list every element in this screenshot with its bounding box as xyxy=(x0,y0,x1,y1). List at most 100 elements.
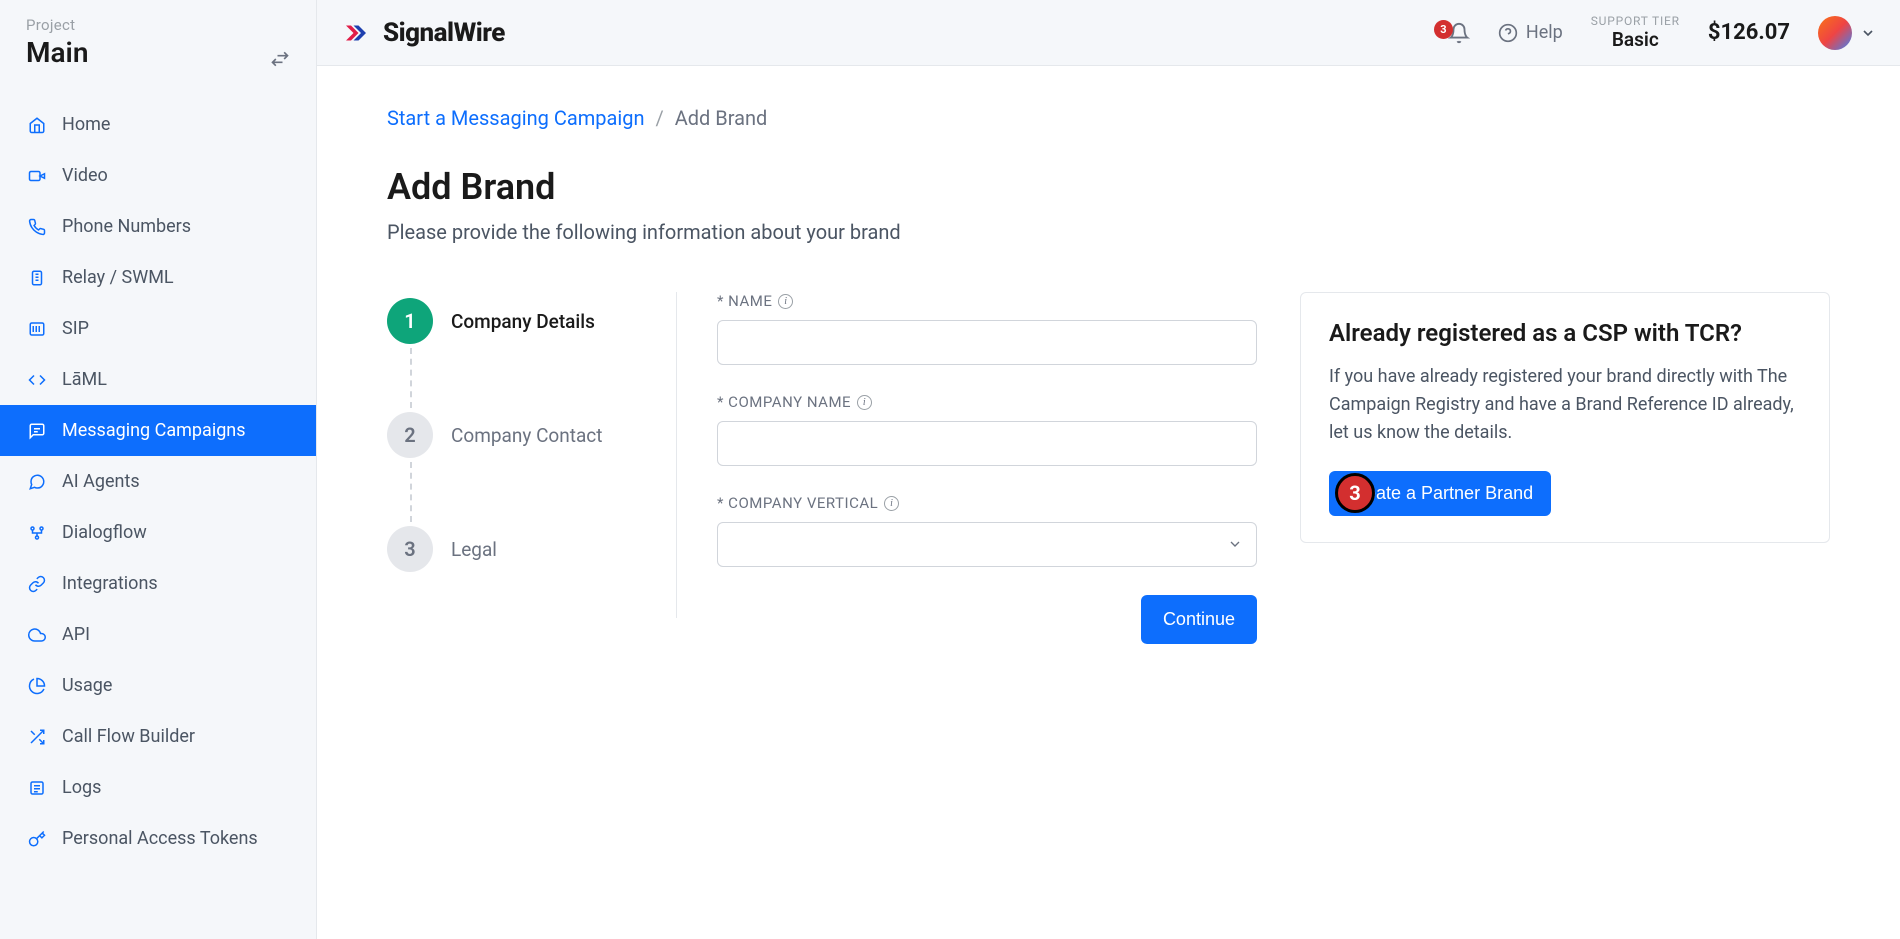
tier-value: Basic xyxy=(1591,28,1680,51)
sidebar-item-video[interactable]: Video xyxy=(0,150,316,201)
sip-icon xyxy=(26,320,48,338)
sidebar-item-home[interactable]: Home xyxy=(0,99,316,150)
info-icon[interactable]: i xyxy=(778,294,793,309)
avatar xyxy=(1818,16,1852,50)
sidebar-item-label: Dialogflow xyxy=(62,522,147,543)
sidebar-item-label: Integrations xyxy=(62,573,158,594)
csp-info-card: Already registered as a CSP with TCR? If… xyxy=(1300,292,1830,543)
info-icon[interactable]: i xyxy=(857,395,872,410)
sidebar-nav: Home Video Phone Numbers Relay / SWML SI… xyxy=(0,99,316,864)
topbar: SignalWire 3 Help SUPPORT TIER Basic $12… xyxy=(317,0,1900,66)
tier-label: SUPPORT TIER xyxy=(1591,14,1680,28)
company-vertical-label: * COMPANY VERTICAL xyxy=(717,494,878,512)
step-label: Legal xyxy=(451,538,497,561)
sidebar-item-label: Relay / SWML xyxy=(62,267,174,288)
phone-icon xyxy=(26,218,48,236)
info-icon[interactable]: i xyxy=(884,496,899,511)
page-title: Add Brand xyxy=(387,166,1830,208)
sidebar-item-call-flow-builder[interactable]: Call Flow Builder xyxy=(0,711,316,762)
sidebar-item-label: LāML xyxy=(62,369,107,390)
sidebar-item-label: Personal Access Tokens xyxy=(62,828,258,849)
sidebar-item-personal-access-tokens[interactable]: Personal Access Tokens xyxy=(0,813,316,864)
stepper: 1 Company Details 2 Company Contact 3 Le… xyxy=(387,292,677,618)
breadcrumb-current: Add Brand xyxy=(675,106,768,130)
continue-button[interactable]: Continue xyxy=(1141,595,1257,644)
main: SignalWire 3 Help SUPPORT TIER Basic $12… xyxy=(317,0,1900,939)
sidebar-item-relay[interactable]: Relay / SWML xyxy=(0,252,316,303)
company-vertical-select[interactable] xyxy=(717,522,1257,567)
sidebar-item-label: AI Agents xyxy=(62,471,140,492)
chevron-down-icon xyxy=(1860,25,1876,41)
user-menu[interactable] xyxy=(1818,16,1876,50)
project-label: Project xyxy=(26,16,88,34)
logs-icon xyxy=(26,779,48,797)
sidebar-item-messaging-campaigns[interactable]: Messaging Campaigns xyxy=(0,405,316,456)
relay-icon xyxy=(26,269,48,287)
brand-name: SignalWire xyxy=(383,18,505,48)
company-name-label: * COMPANY NAME xyxy=(717,393,851,411)
message-icon xyxy=(26,422,48,440)
step-connector xyxy=(410,462,412,522)
sidebar-item-label: Usage xyxy=(62,675,112,696)
sidebar-item-laml[interactable]: LāML xyxy=(0,354,316,405)
sidebar-item-phone-numbers[interactable]: Phone Numbers xyxy=(0,201,316,252)
sidebar-item-label: Video xyxy=(62,165,108,186)
step-company-details[interactable]: 1 Company Details xyxy=(387,298,676,344)
step-label: Company Contact xyxy=(451,424,602,447)
brand[interactable]: SignalWire xyxy=(341,18,505,48)
sidebar-item-dialogflow[interactable]: Dialogflow xyxy=(0,507,316,558)
dialogflow-icon xyxy=(26,524,48,542)
support-tier[interactable]: SUPPORT TIER Basic xyxy=(1591,14,1680,51)
sidebar-item-label: Logs xyxy=(62,777,101,798)
company-name-input[interactable] xyxy=(717,421,1257,466)
switch-project-icon[interactable] xyxy=(270,49,290,69)
sidebar-item-sip[interactable]: SIP xyxy=(0,303,316,354)
video-icon xyxy=(26,167,48,185)
step-number: 2 xyxy=(387,412,433,458)
sidebar-item-label: Messaging Campaigns xyxy=(62,420,246,441)
step-number: 1 xyxy=(387,298,433,344)
step-company-contact[interactable]: 2 Company Contact xyxy=(387,412,676,458)
cloud-icon xyxy=(26,626,48,644)
step-connector xyxy=(410,348,412,408)
breadcrumb-parent[interactable]: Start a Messaging Campaign xyxy=(387,106,645,130)
sidebar-item-api[interactable]: API xyxy=(0,609,316,660)
project-switcher[interactable]: Project Main xyxy=(0,0,316,89)
form: * NAME i * COMPANY NAME i * COMPANY VERT… xyxy=(717,292,1257,644)
notifications-button[interactable]: 3 xyxy=(1448,22,1470,44)
link-icon xyxy=(26,575,48,593)
code-icon xyxy=(26,371,48,389)
help-icon xyxy=(1498,23,1518,43)
signalwire-logo-icon xyxy=(341,18,371,48)
step-label: Company Details xyxy=(451,310,595,333)
field-company-vertical: * COMPANY VERTICAL i xyxy=(717,494,1257,567)
project-name: Main xyxy=(26,36,88,69)
field-company-name: * COMPANY NAME i xyxy=(717,393,1257,466)
chat-icon xyxy=(26,473,48,491)
content: Start a Messaging Campaign / Add Brand A… xyxy=(317,66,1900,939)
home-icon xyxy=(26,116,48,134)
sidebar-item-label: SIP xyxy=(62,318,89,339)
shuffle-icon xyxy=(26,728,48,746)
sidebar-item-label: API xyxy=(62,624,90,645)
sidebar: Project Main Home Video Phone Numbers Re… xyxy=(0,0,317,939)
name-label: * NAME xyxy=(717,292,772,310)
key-icon xyxy=(26,830,48,848)
name-input[interactable] xyxy=(717,320,1257,365)
sidebar-item-label: Phone Numbers xyxy=(62,216,191,237)
sidebar-item-ai-agents[interactable]: AI Agents xyxy=(0,456,316,507)
sidebar-item-label: Call Flow Builder xyxy=(62,726,195,747)
breadcrumb: Start a Messaging Campaign / Add Brand xyxy=(387,106,1830,130)
card-title: Already registered as a CSP with TCR? xyxy=(1329,319,1801,347)
chart-icon xyxy=(26,677,48,695)
breadcrumb-separator: / xyxy=(655,106,663,130)
sidebar-item-integrations[interactable]: Integrations xyxy=(0,558,316,609)
annotation-badge: 3 xyxy=(1335,473,1375,513)
notification-count-badge: 3 xyxy=(1434,20,1453,39)
step-legal[interactable]: 3 Legal xyxy=(387,526,676,572)
sidebar-item-usage[interactable]: Usage xyxy=(0,660,316,711)
account-balance[interactable]: $126.07 xyxy=(1708,20,1790,45)
help-button[interactable]: Help xyxy=(1498,22,1563,43)
step-number: 3 xyxy=(387,526,433,572)
sidebar-item-logs[interactable]: Logs xyxy=(0,762,316,813)
